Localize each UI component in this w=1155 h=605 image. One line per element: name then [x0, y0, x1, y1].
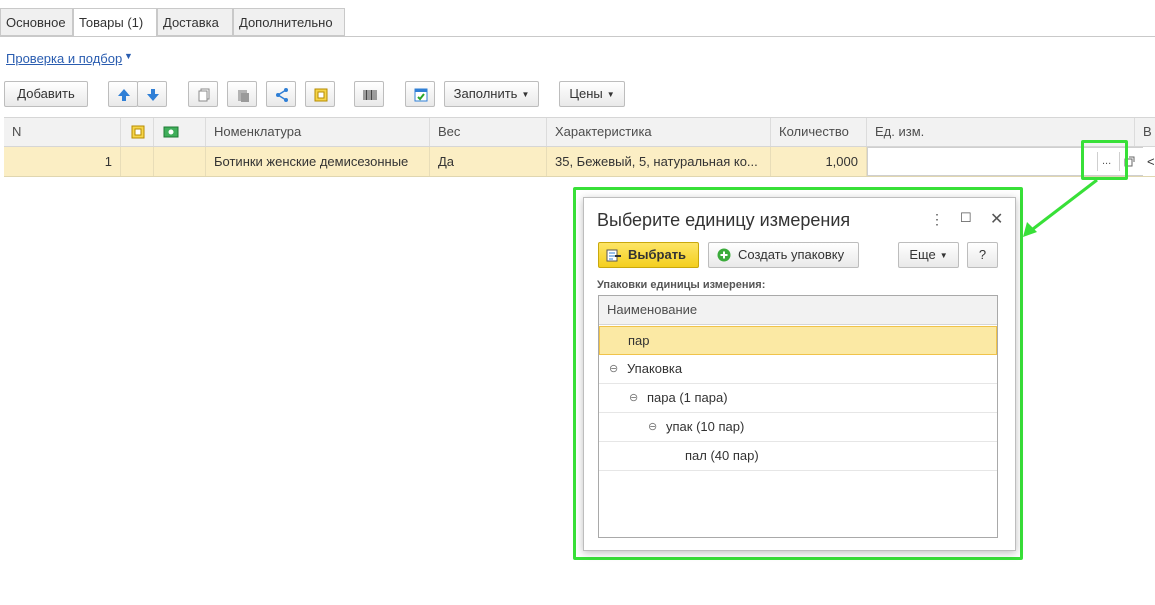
- highlight-box: [1081, 140, 1128, 180]
- tab-delivery[interactable]: Доставка: [157, 8, 233, 36]
- tab-goods[interactable]: Товары (1): [73, 8, 157, 37]
- check-list-button[interactable]: [405, 81, 435, 107]
- copy-button[interactable]: [188, 81, 218, 107]
- fill-button-label: Заполнить: [453, 86, 518, 101]
- fill-selection-button[interactable]: [305, 81, 335, 107]
- move-down-button[interactable]: [137, 81, 167, 107]
- list-item[interactable]: ⊖ Упаковка: [599, 355, 997, 384]
- more-button-label: Еще: [909, 247, 936, 262]
- column-header-nomenclature[interactable]: Номенклатура: [206, 118, 430, 146]
- tab-additional[interactable]: Дополнительно: [233, 8, 345, 36]
- row-price-cell: [154, 147, 206, 176]
- dialog-title: Выберите единицу измерения: [597, 210, 851, 230]
- list-item-label: пал (40 пар): [685, 448, 759, 463]
- list-item-label: пар: [628, 333, 650, 348]
- pointer-arrow: [1023, 178, 1098, 237]
- paste-icon: [238, 90, 249, 102]
- collapse-icon[interactable]: ⊖: [609, 355, 618, 383]
- row-n: 1: [4, 147, 121, 176]
- tab-main[interactable]: Основное: [0, 8, 73, 36]
- barcode-button[interactable]: [354, 81, 384, 107]
- fill-button[interactable]: Заполнить ▼: [444, 81, 539, 107]
- row-cut: <: [1143, 147, 1155, 176]
- move-up-button[interactable]: [108, 81, 138, 107]
- create-package-button[interactable]: Создать упаковку: [708, 242, 859, 268]
- chevron-down-icon: ▼: [939, 251, 948, 260]
- table-row[interactable]: 1 Ботинки женские демисезонные Да 35, Бе…: [4, 147, 1155, 177]
- prices-button[interactable]: Цены ▼: [559, 81, 625, 107]
- select-button[interactable]: Выбрать: [598, 242, 699, 268]
- folder-icon: [131, 125, 145, 139]
- goods-table-header: N Номенклатура Вес Характеристика Количе…: [4, 117, 1155, 147]
- collapse-icon[interactable]: ⊖: [648, 413, 657, 441]
- chevron-down-icon[interactable]: ▼: [124, 51, 133, 61]
- paste-button[interactable]: [227, 81, 257, 107]
- tabs-divider: [0, 36, 1155, 37]
- row-weight[interactable]: Да: [430, 147, 547, 176]
- column-header-price[interactable]: [154, 118, 206, 146]
- list-item[interactable]: ⊖ упак (10 пар): [599, 413, 997, 442]
- close-icon[interactable]: ✕: [990, 209, 1003, 229]
- column-header-folder[interactable]: [121, 118, 154, 146]
- collapse-icon[interactable]: ⊖: [629, 384, 638, 412]
- list-item-label: пара (1 пара): [647, 390, 728, 405]
- column-header-weight[interactable]: Вес: [430, 118, 547, 146]
- list-item[interactable]: пал (40 пар): [599, 442, 997, 471]
- add-button[interactable]: Добавить: [4, 81, 88, 107]
- chevron-down-icon: ▼: [606, 90, 615, 99]
- banknote-icon: [163, 126, 179, 138]
- arrow-down-icon: [147, 89, 159, 101]
- row-characteristic[interactable]: 35, Бежевый, 5, натуральная ко...: [547, 147, 771, 176]
- select-icon: [606, 249, 621, 262]
- create-package-label: Создать упаковку: [738, 247, 845, 262]
- folder-icon: [314, 88, 328, 102]
- copy-icon: [198, 88, 210, 102]
- list-item[interactable]: пар: [599, 326, 997, 355]
- column-header-n[interactable]: N: [4, 118, 121, 146]
- select-unit-dialog: Выберите единицу измерения ⋮ ☐ ✕ Выбрать…: [583, 197, 1016, 551]
- split-button[interactable]: [266, 81, 296, 107]
- check-and-select-link[interactable]: Проверка и подбор: [6, 51, 122, 66]
- more-vertical-icon[interactable]: ⋮: [930, 211, 944, 228]
- chevron-down-icon: ▼: [521, 90, 530, 99]
- add-circle-icon: [717, 248, 731, 262]
- more-button[interactable]: Еще ▼: [898, 242, 959, 268]
- column-header-quantity[interactable]: Количество: [771, 118, 867, 146]
- column-header-cut[interactable]: В: [1135, 118, 1155, 146]
- arrow-up-icon: [118, 89, 130, 101]
- checklist-icon: [414, 88, 428, 102]
- list-item-label: Упаковка: [627, 361, 683, 376]
- help-button[interactable]: ?: [967, 242, 998, 268]
- split-icon: [276, 88, 288, 102]
- packages-caption: Упаковки единицы измерения:: [597, 279, 766, 291]
- column-header-name[interactable]: Наименование: [599, 296, 997, 325]
- row-quantity[interactable]: 1,000: [771, 147, 867, 176]
- column-header-characteristic[interactable]: Характеристика: [547, 118, 771, 146]
- maximize-icon[interactable]: ☐: [960, 210, 972, 226]
- row-nomenclature[interactable]: Ботинки женские демисезонные: [206, 147, 430, 176]
- list-item-label: упак (10 пар): [666, 419, 745, 434]
- select-button-label: Выбрать: [628, 247, 687, 262]
- barcode-icon: [363, 90, 377, 100]
- prices-button-label: Цены: [569, 86, 603, 101]
- list-item[interactable]: ⊖ пара (1 пара): [599, 384, 997, 413]
- packages-tree: Наименование пар ⊖ Упаковка ⊖ пара (1 па…: [598, 295, 998, 538]
- row-folder-cell: [121, 147, 154, 176]
